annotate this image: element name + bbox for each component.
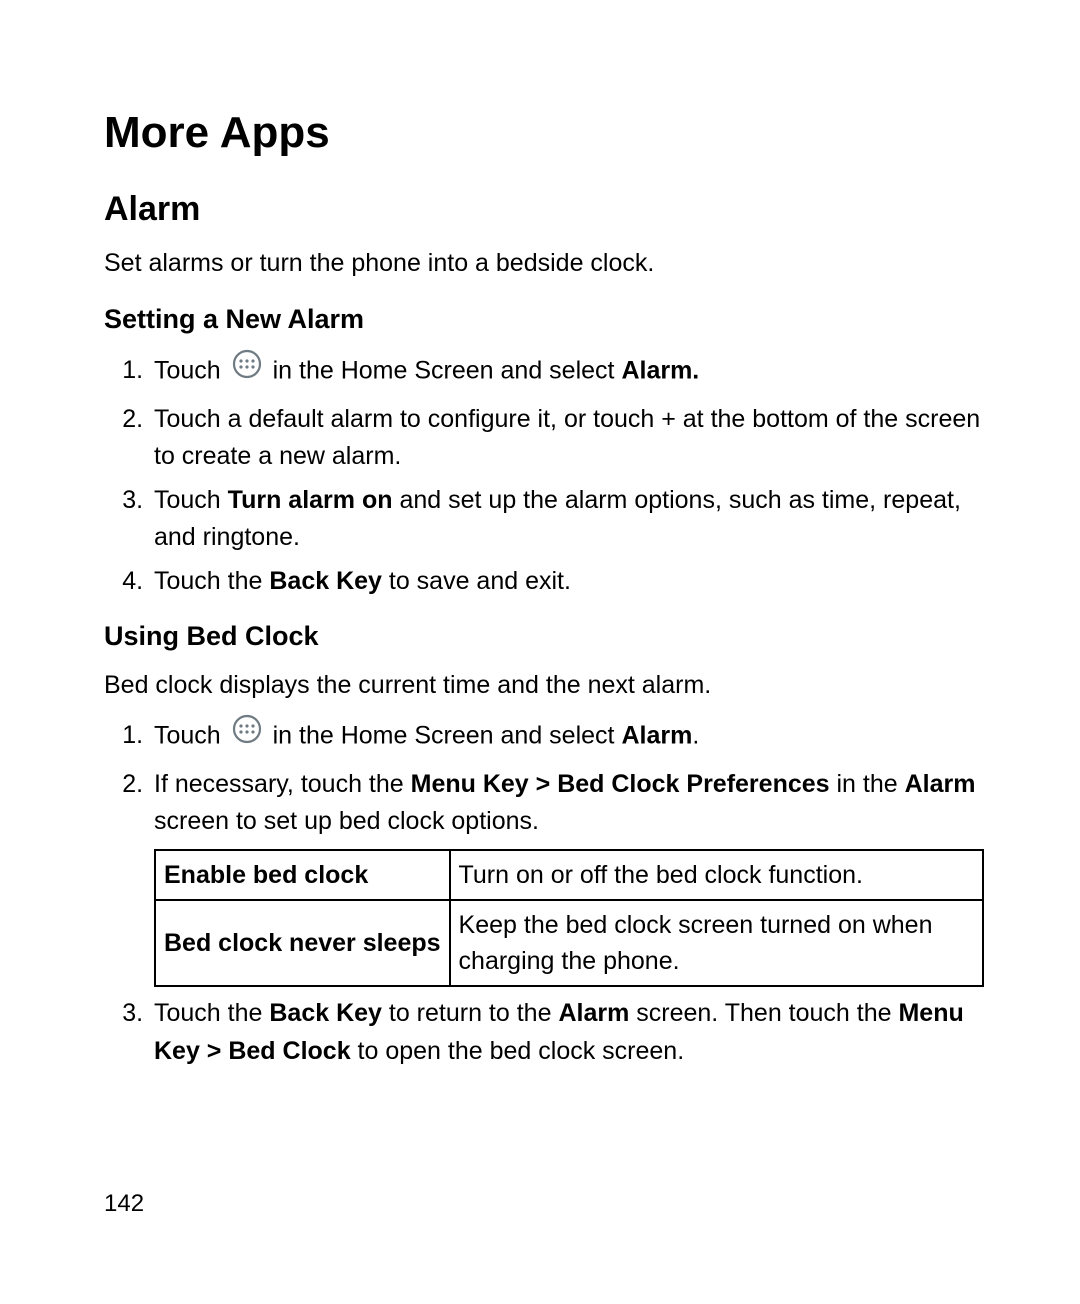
list-item: Touch the Back Key to save and exit. — [150, 563, 984, 601]
text: to return to the — [382, 999, 559, 1027]
text-bold: Turn alarm on — [228, 486, 393, 514]
list-item: Touch in the Home Screen and select Alar… — [150, 714, 984, 760]
subheading-using-bed-clock: Using Bed Clock — [104, 616, 984, 657]
list-item: If necessary, touch the Menu Key > Bed C… — [150, 766, 984, 988]
list-item: Touch in the Home Screen and select Alar… — [150, 349, 984, 395]
option-label: Enable bed clock — [155, 850, 450, 900]
text: Touch — [154, 721, 228, 749]
option-desc: Turn on or off the bed clock function. — [450, 850, 983, 900]
text-bold: Back Key — [269, 567, 382, 595]
text: screen. Then touch the — [629, 999, 898, 1027]
text: Touch the — [154, 567, 269, 595]
text-bold: Menu Key > Bed Clock Preferences — [411, 770, 830, 798]
list-item: Touch Turn alarm on and set up the alarm… — [150, 482, 984, 557]
text: Touch a default alarm to configure it, o… — [154, 405, 980, 471]
page-number: 142 — [104, 1186, 144, 1222]
text-bold: Alarm — [621, 721, 692, 749]
text: screen to set up bed clock options. — [154, 807, 539, 835]
text: If necessary, touch the — [154, 770, 411, 798]
text: . — [692, 721, 699, 749]
alarm-intro: Set alarms or turn the phone into a beds… — [104, 245, 984, 283]
list-item: Touch the Back Key to return to the Alar… — [150, 995, 984, 1070]
apps-grid-icon — [232, 349, 262, 391]
text: in the Home Screen and select — [273, 356, 622, 384]
text-bold: Back Key — [269, 999, 382, 1027]
option-desc: Keep the bed clock screen turned on when… — [450, 900, 983, 987]
text: to save and exit. — [382, 567, 571, 595]
text-bold: Alarm. — [621, 356, 699, 384]
document-page: More Apps Alarm Set alarms or turn the p… — [0, 0, 1080, 1070]
bed-clock-options-table: Enable bed clock Turn on or off the bed … — [154, 849, 984, 988]
text-bold: Alarm — [905, 770, 976, 798]
section-heading-alarm: Alarm — [104, 184, 984, 235]
text: in the Home Screen and select — [273, 721, 622, 749]
text: Touch — [154, 486, 228, 514]
subheading-setting-new-alarm: Setting a New Alarm — [104, 299, 984, 340]
list-item: Touch a default alarm to configure it, o… — [150, 401, 984, 476]
option-label: Bed clock never sleeps — [155, 900, 450, 987]
text: to open the bed clock screen. — [351, 1037, 685, 1065]
apps-grid-icon — [232, 714, 262, 756]
text: Touch the — [154, 999, 269, 1027]
text: Touch — [154, 356, 228, 384]
table-row: Bed clock never sleeps Keep the bed cloc… — [155, 900, 983, 987]
bed-clock-steps: Touch in the Home Screen and select Alar… — [104, 714, 984, 1070]
text-bold: Alarm — [558, 999, 629, 1027]
page-title: More Apps — [104, 100, 984, 166]
text: in the — [830, 770, 905, 798]
bed-clock-intro: Bed clock displays the current time and … — [104, 667, 984, 705]
setting-alarm-steps: Touch in the Home Screen and select Alar… — [104, 349, 984, 600]
table-row: Enable bed clock Turn on or off the bed … — [155, 850, 983, 900]
